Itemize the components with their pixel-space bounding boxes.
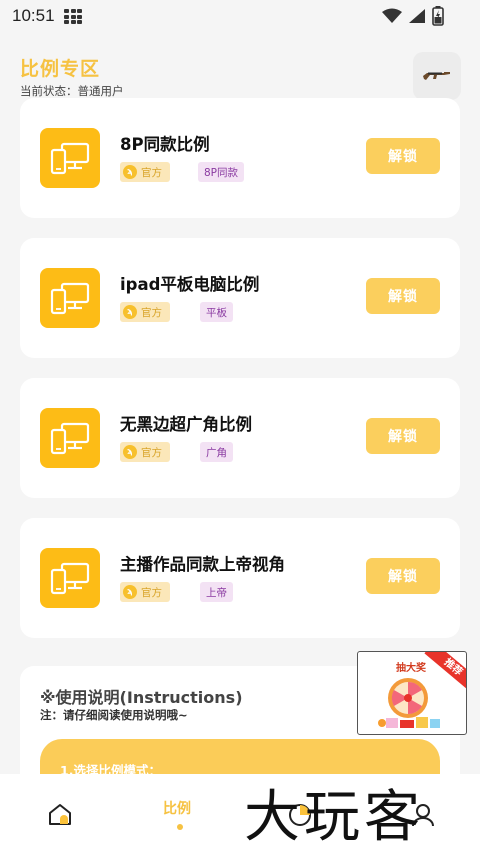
prize-wheel-icon [378, 678, 440, 728]
status-bar: 10:51 [0, 0, 480, 34]
unlock-button[interactable]: 解锁 [366, 138, 440, 174]
ratio-card-god-view: 主播作品同款上帝视角 ϡ 官方 上帝 解锁 [20, 518, 460, 638]
ratio-card-8p: 8P同款比例 ϡ 官方 8P同款 解锁 [20, 98, 460, 218]
devices-icon [40, 128, 100, 188]
rifle-icon [423, 72, 450, 80]
ratio-name: 主播作品同款上帝视角 [120, 555, 285, 574]
ratio-name: ipad平板电脑比例 [120, 275, 260, 294]
type-tag: 8P同款 [198, 162, 245, 182]
devices-icon [40, 548, 100, 608]
tab-ratio[interactable]: 比例 [163, 798, 191, 818]
official-badge: ϡ 官方 [120, 582, 170, 602]
type-tag: 上帝 [200, 582, 233, 602]
user-status: 当前状态：普通用户 [20, 84, 124, 98]
active-tab-indicator [177, 824, 183, 830]
home-icon[interactable] [47, 803, 73, 827]
unlock-button[interactable]: 解锁 [366, 278, 440, 314]
instructions-heading: ※使用说明(Instructions) [40, 688, 243, 707]
battery-icon [432, 6, 444, 26]
watermark: 大玩客 [244, 785, 424, 850]
ratio-card-wide: 无黑边超广角比例 ϡ 官方 广角 解锁 [20, 378, 460, 498]
lucky-draw-promo[interactable]: 推荐 抽大奖 [357, 651, 467, 735]
status-time: 10:51 [12, 6, 55, 25]
ratio-name: 8P同款比例 [120, 135, 210, 154]
instructions-note: 注：请仔细阅读使用说明哦~ [40, 708, 188, 722]
coin-icon: ϡ [123, 445, 137, 459]
official-badge: ϡ 官方 [120, 302, 170, 322]
coin-icon: ϡ [123, 305, 137, 319]
official-badge: ϡ 官方 [120, 442, 170, 462]
ratio-name: 无黑边超广角比例 [120, 415, 252, 434]
unlock-button[interactable]: 解锁 [366, 418, 440, 454]
app-grid-icon [64, 9, 82, 25]
weapon-button[interactable] [413, 52, 461, 100]
devices-icon [40, 408, 100, 468]
signal-icon [409, 9, 425, 23]
page-title: 比例专区 [20, 58, 101, 80]
type-tag: 广角 [200, 442, 233, 462]
wifi-icon [382, 8, 402, 23]
type-tag: 平板 [200, 302, 233, 322]
official-badge: ϡ 官方 [120, 162, 170, 182]
coin-icon: ϡ [123, 585, 137, 599]
coin-icon: ϡ [123, 165, 137, 179]
devices-icon [40, 268, 100, 328]
unlock-button[interactable]: 解锁 [366, 558, 440, 594]
ratio-card-ipad: ipad平板电脑比例 ϡ 官方 平板 解锁 [20, 238, 460, 358]
